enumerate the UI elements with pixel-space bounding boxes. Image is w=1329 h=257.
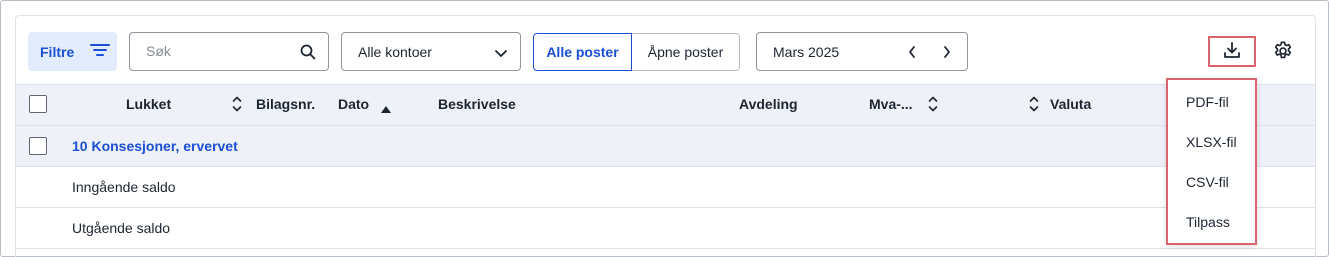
segment-all-posts[interactable]: Alle poster (533, 33, 632, 71)
sort-asc-icon[interactable] (381, 100, 391, 116)
download-icon (1223, 41, 1241, 62)
account-group-link[interactable]: 10 Konsesjoner, ervervet (72, 138, 238, 154)
chevron-left-icon[interactable] (907, 45, 917, 62)
period-picker[interactable]: Mars 2025 (756, 32, 968, 71)
search-input[interactable] (146, 43, 296, 59)
search-field[interactable] (129, 32, 329, 71)
account-select-value: Alle kontoer (358, 43, 432, 60)
menu-item-label: CSV-fil (1186, 174, 1229, 190)
period-value: Mars 2025 (773, 43, 840, 60)
column-header-valuta[interactable]: Valuta (1050, 96, 1091, 112)
gear-icon[interactable] (1272, 40, 1294, 65)
column-header-lukket[interactable]: Lukket (126, 96, 171, 112)
segment-all-posts-label: Alle poster (546, 44, 619, 60)
menu-item-label: PDF-fil (1186, 94, 1229, 110)
export-menu: PDF-fil XLSX-fil CSV-fil Tilpass (1166, 78, 1257, 245)
menu-item-pdf[interactable]: PDF-fil (1168, 82, 1255, 122)
table-row (16, 167, 1315, 208)
menu-item-label: XLSX-fil (1186, 134, 1237, 150)
menu-item-csv[interactable]: CSV-fil (1168, 162, 1255, 202)
select-all-checkbox[interactable] (29, 95, 47, 113)
search-icon[interactable] (300, 44, 316, 63)
sort-icon[interactable] (232, 95, 242, 116)
filter-icon (90, 43, 111, 60)
chevron-right-icon[interactable] (942, 45, 952, 62)
sort-icon[interactable] (1029, 95, 1039, 116)
opening-balance-label: Inngående saldo (72, 179, 176, 195)
table-row (16, 208, 1315, 249)
menu-item-label: Tilpass (1186, 214, 1230, 230)
closing-balance-label: Utgående saldo (72, 220, 171, 236)
account-select[interactable]: Alle kontoer (341, 32, 521, 71)
group-row-checkbox[interactable] (29, 137, 47, 155)
chevron-down-icon (494, 46, 508, 62)
menu-item-xlsx[interactable]: XLSX-fil (1168, 122, 1255, 162)
filter-button[interactable]: Filtre (28, 32, 117, 71)
column-header-avdeling[interactable]: Avdeling (739, 96, 798, 112)
menu-item-customize[interactable]: Tilpass (1168, 202, 1255, 242)
column-header-dato[interactable]: Dato (338, 96, 369, 112)
segment-open-posts[interactable]: Åpne poster (632, 33, 740, 71)
column-header-beskrivelse[interactable]: Beskrivelse (438, 96, 516, 112)
segment-open-posts-label: Åpne poster (647, 44, 724, 60)
column-header-mva[interactable]: Mva-... (869, 96, 913, 112)
filter-button-label: Filtre (40, 43, 75, 60)
column-header-bilagsnr[interactable]: Bilagsnr. (256, 96, 315, 112)
download-button[interactable] (1208, 36, 1256, 67)
sort-icon[interactable] (928, 95, 938, 116)
table-header (16, 84, 1315, 126)
